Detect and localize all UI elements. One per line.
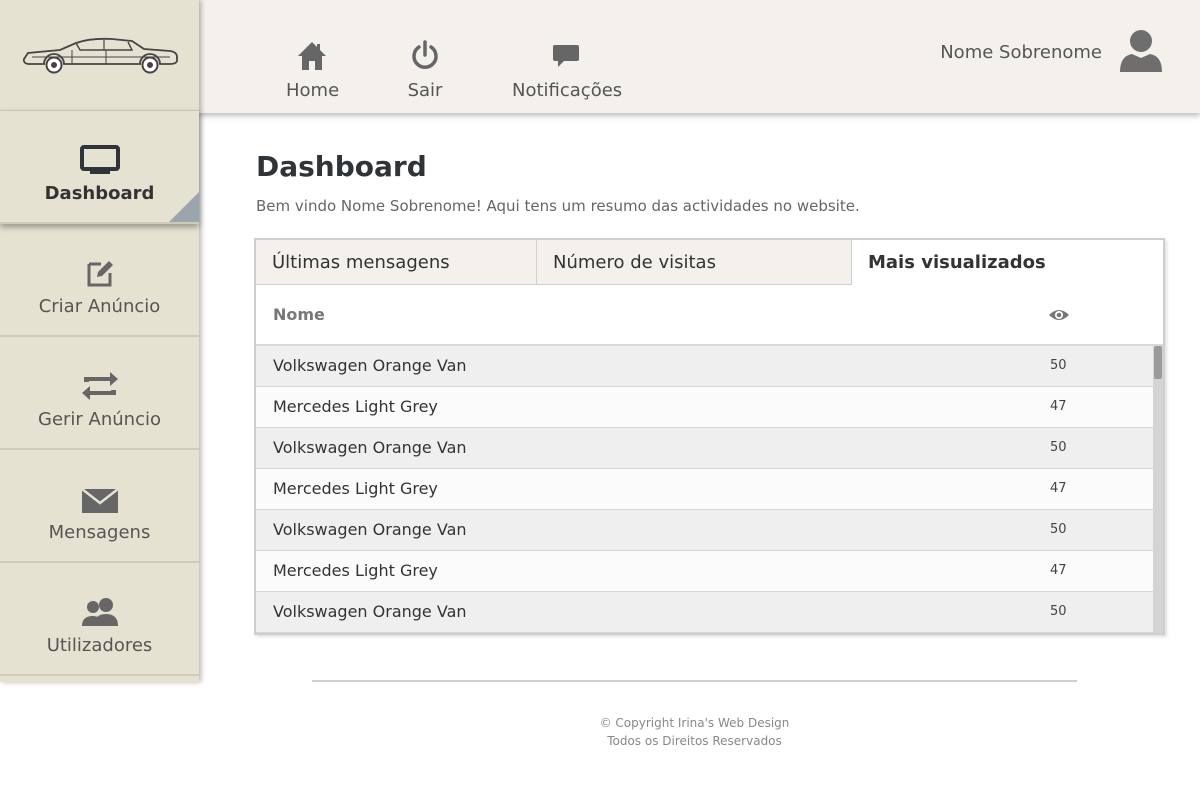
footer-divider — [312, 680, 1077, 682]
table-body: Volkswagen Orange Van 50 Mercedes Light Gr… — [256, 346, 1163, 633]
table-row[interactable]: Mercedes Light Grey 47 — [256, 551, 1153, 592]
eye-icon[interactable] — [1048, 307, 1070, 326]
cell-name: Volkswagen Orange Van — [273, 356, 467, 375]
envelope-icon — [0, 450, 199, 514]
scrollbar-thumb[interactable] — [1154, 346, 1162, 379]
cell-name: Mercedes Light Grey — [273, 479, 438, 498]
sidebar-item-label: Gerir Anúncio — [38, 409, 161, 430]
nav-notifications[interactable]: Notificações — [512, 38, 623, 101]
vintage-car-icon — [22, 37, 178, 74]
cell-views: 47 — [1050, 563, 1067, 578]
cell-views: 47 — [1050, 399, 1067, 414]
monitor-icon — [0, 111, 199, 175]
chat-bubble-icon — [512, 38, 620, 74]
power-icon — [404, 38, 446, 74]
nav-logout-label: Sair — [407, 80, 443, 101]
users-icon — [0, 563, 199, 627]
sidebar-item-create-ad[interactable]: Criar Anúncio — [0, 224, 199, 337]
user-icon[interactable] — [1118, 28, 1164, 74]
nav-home[interactable]: Home — [286, 38, 340, 101]
footer: © Copyright Irina's Web Design Todos os … — [312, 714, 1077, 750]
column-header-name[interactable]: Nome — [273, 305, 325, 324]
user-name[interactable]: Nome Sobrenome — [940, 42, 1102, 63]
scrollbar-track[interactable] — [1153, 346, 1163, 633]
table-row[interactable]: Volkswagen Orange Van 50 — [256, 510, 1153, 551]
cell-name: Volkswagen Orange Van — [273, 438, 467, 457]
sidebar-item-label: Utilizadores — [46, 635, 153, 656]
main-content: Dashboard Bem vindo Nome Sobrenome! Aqui… — [256, 150, 1166, 215]
sidebar-item-users[interactable]: Utilizadores — [0, 563, 199, 676]
nav-logout[interactable]: Sair — [404, 38, 446, 101]
footer-copyright: © Copyright Irina's Web Design — [599, 716, 790, 730]
sidebar: Dashboard Criar Anúncio Gerir Anúncio Me… — [0, 0, 199, 682]
tab-latest-messages[interactable]: Últimas mensagens — [256, 240, 537, 285]
table-header: Nome — [256, 285, 1163, 346]
table-row[interactable]: Mercedes Light Grey 47 — [256, 469, 1153, 510]
cell-name: Mercedes Light Grey — [273, 561, 438, 580]
logo[interactable] — [0, 0, 199, 111]
table-row[interactable]: Volkswagen Orange Van 50 — [256, 346, 1153, 387]
cell-views: 47 — [1050, 481, 1067, 496]
sidebar-item-label: Criar Anúncio — [38, 296, 161, 317]
active-corner-marker — [169, 192, 199, 222]
cell-name: Volkswagen Orange Van — [273, 602, 467, 621]
table-row[interactable]: Volkswagen Orange Van 50 — [256, 428, 1153, 469]
nav-notifications-label: Notificações — [512, 80, 623, 101]
cell-name: Mercedes Light Grey — [273, 397, 438, 416]
swap-arrows-icon — [0, 337, 199, 401]
table-row[interactable]: Mercedes Light Grey 47 — [256, 387, 1153, 428]
page-subtitle: Bem vindo Nome Sobrenome! Aqui tens um r… — [256, 197, 860, 215]
stats-panel: Últimas mensagens Número de visitas Mais… — [254, 238, 1165, 635]
sidebar-item-dashboard[interactable]: Dashboard — [0, 111, 199, 224]
cell-views: 50 — [1050, 604, 1067, 619]
nav-home-label: Home — [286, 80, 340, 101]
cell-views: 50 — [1050, 522, 1067, 537]
table-row[interactable]: Volkswagen Orange Van 50 — [256, 592, 1153, 633]
tab-most-viewed[interactable]: Mais visualizados — [852, 240, 1163, 285]
sidebar-item-manage-ads[interactable]: Gerir Anúncio — [0, 337, 199, 450]
page-title: Dashboard — [256, 150, 427, 183]
tab-bar: Últimas mensagens Número de visitas Mais… — [256, 240, 1163, 285]
footer-rights: Todos os Direitos Reservados — [607, 734, 782, 748]
cell-name: Volkswagen Orange Van — [273, 520, 467, 539]
home-icon — [286, 38, 338, 74]
tab-visit-count[interactable]: Número de visitas — [537, 240, 852, 285]
edit-icon — [0, 224, 199, 288]
sidebar-item-label: Mensagens — [48, 522, 151, 543]
sidebar-item-messages[interactable]: Mensagens — [0, 450, 199, 563]
cell-views: 50 — [1050, 358, 1067, 373]
cell-views: 50 — [1050, 440, 1067, 455]
